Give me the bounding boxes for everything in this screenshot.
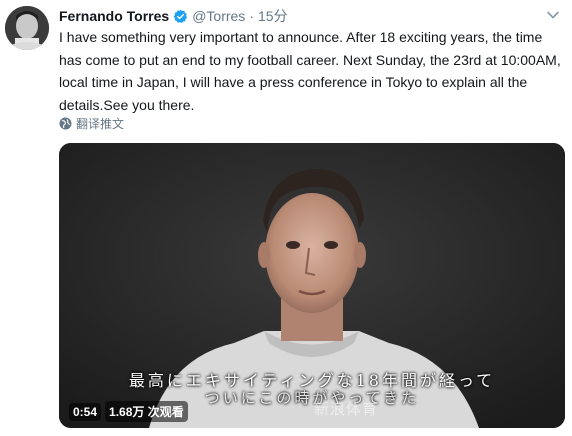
verified-badge-icon [173,9,188,24]
chevron-down-icon[interactable] [546,8,560,22]
user-handle[interactable]: @Torres [192,8,245,24]
tweet-text: I have something very important to annou… [59,29,561,113]
video-stats: 0:54 1.68万 次观看 [69,401,188,422]
separator-dot: · [249,8,254,24]
avatar[interactable] [5,6,49,50]
video-duration: 0:54 [69,402,102,421]
video-views: 1.68万 次观看 [105,401,188,422]
display-name[interactable]: Fernando Torres [59,8,169,24]
globe-icon [59,117,72,130]
video-player[interactable]: 最高にエキサイティングな18年間が経って ついにこの時がやってきた 新浪体育 0… [59,143,565,428]
translate-tweet-link[interactable]: 翻译推文 [59,115,124,132]
video-watermark: 新浪体育 [314,400,379,418]
tweet-timestamp[interactable]: 15分 [258,6,288,26]
tweet-header: Fernando Torres @Torres · 15分 [59,6,288,26]
translate-label: 翻译推文 [76,117,125,131]
tweet-card: Fernando Torres @Torres · 15分 I have som… [0,0,572,436]
